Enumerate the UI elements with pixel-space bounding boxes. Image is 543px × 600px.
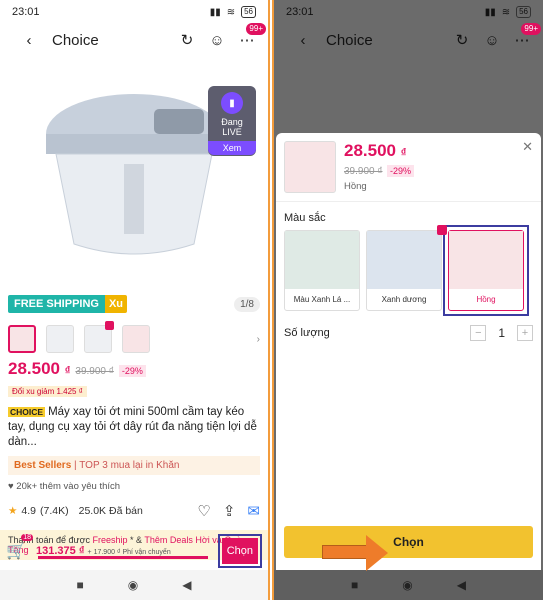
- thumbnail[interactable]: [122, 325, 150, 353]
- xu-reduce-badge: Đổi xu giảm 1.425 ₫: [8, 386, 87, 397]
- recent-apps-icon[interactable]: ■: [77, 578, 84, 592]
- product-title[interactable]: CHOICE Máy xay tỏi ớt mini 500ml cầm tay …: [0, 399, 268, 450]
- discount-badge: -29%: [118, 365, 146, 377]
- recent-apps-icon[interactable]: ■: [351, 578, 358, 592]
- system-nav-bar: ■ ◉ ◀: [274, 570, 543, 600]
- variant-sheet: 28.500 ₫ 39.900 ₫ -29% Hồng ✕ Màu sắc Mà…: [276, 133, 541, 570]
- choose-button-highlight: Chọn: [217, 534, 262, 568]
- quantity-stepper: − 1 +: [470, 325, 533, 341]
- system-nav-bar: ■ ◉ ◀: [0, 570, 268, 600]
- share-icon[interactable]: ↻: [451, 29, 473, 51]
- signal-icon: ▮▮: [209, 6, 221, 18]
- variant-option[interactable]: Xanh dương: [366, 225, 447, 311]
- thumbnail[interactable]: [8, 325, 36, 353]
- more-icon[interactable]: ⋯ 99+: [236, 23, 266, 51]
- wifi-icon: ≋: [226, 6, 236, 18]
- share-icon[interactable]: ↻: [176, 29, 198, 51]
- home-icon[interactable]: ◉: [128, 578, 138, 592]
- battery-icon: 56: [516, 6, 531, 18]
- chat-bot-icon[interactable]: ☺: [206, 29, 228, 51]
- sheet-price: 28.500 ₫: [344, 141, 407, 160]
- choice-tag: CHOICE: [8, 407, 46, 417]
- top-bar: ‹ Choice ↻ ☺ ⋯ 99+: [274, 23, 543, 56]
- live-widget[interactable]: ▮ Đang LIVE Xem: [208, 86, 256, 156]
- rating-row: ★ 4.9 (7.4K) 25.0K Đã bán ♡ ⇪ ✉: [8, 502, 260, 520]
- progress-bar: [38, 556, 208, 559]
- best-sellers-banner[interactable]: Best Sellers | TOP 3 mua lại in Khăn: [8, 456, 260, 475]
- image-pager: 1/8: [234, 296, 260, 312]
- signal-icon: ▮▮: [484, 6, 496, 18]
- star-icon: ★: [8, 505, 18, 517]
- selected-variant-image: [284, 141, 336, 193]
- cart-badge: 99+: [246, 23, 266, 35]
- top-bar: ‹ Choice ↻ ☺ ⋯ 99+: [0, 23, 268, 56]
- thumbnail[interactable]: [46, 325, 74, 353]
- messenger-icon[interactable]: ✉: [247, 502, 260, 520]
- close-icon[interactable]: ✕: [522, 139, 533, 155]
- variant-option-selected[interactable]: Hồng: [448, 230, 524, 311]
- back-icon[interactable]: ‹: [18, 29, 40, 51]
- share-icon[interactable]: ⇪: [223, 502, 236, 520]
- status-bar: 23:01 ▮▮ ≋ 56: [274, 0, 543, 24]
- product-image[interactable]: ▮ Đang LIVE Xem: [0, 56, 268, 291]
- live-watch-button[interactable]: Xem: [208, 141, 256, 155]
- variant-highlight: Hồng: [443, 225, 529, 316]
- color-options: Màu Xanh Lá ... Xanh dương Hồng: [276, 225, 541, 316]
- thumbnail-strip: ›: [0, 317, 268, 357]
- chevron-right-icon[interactable]: ›: [257, 334, 260, 345]
- page-title: Choice: [326, 31, 373, 49]
- battery-icon: 56: [241, 6, 256, 18]
- back-nav-icon[interactable]: ◀: [457, 578, 466, 592]
- free-shipping-badge: FREE SHIPPING Xu: [8, 295, 128, 313]
- back-icon[interactable]: ‹: [292, 29, 314, 51]
- plus-button[interactable]: +: [517, 325, 533, 341]
- variant-picker-screen: 23:01 ▮▮ ≋ 56 ‹ Choice ↻ ☺ ⋯ 99+ 28.500 ₫…: [272, 0, 543, 600]
- wifi-icon: ≋: [501, 6, 511, 18]
- cart-icon[interactable]: 🛒 18: [6, 534, 33, 561]
- variant-option[interactable]: Màu Xanh Lá ...: [284, 230, 360, 311]
- minus-button[interactable]: −: [470, 325, 487, 341]
- back-nav-icon[interactable]: ◀: [182, 578, 191, 592]
- status-time: 23:01: [12, 6, 40, 18]
- price: 28.500 ₫: [8, 359, 71, 378]
- status-bar: 23:01 ▮▮ ≋ 56: [0, 0, 268, 24]
- selected-color: Hồng: [344, 181, 367, 192]
- old-price: 39.900 ₫: [75, 366, 114, 377]
- more-icon[interactable]: ⋯ 99+: [511, 23, 541, 51]
- chat-bot-icon[interactable]: ☺: [481, 29, 503, 51]
- heart-icon[interactable]: ♡: [197, 502, 210, 520]
- page-title: Choice: [52, 31, 99, 49]
- bottom-bar: 🛒 18 131.375 ₫ + 17.900 ₫ Phí vận chuyển …: [0, 532, 268, 570]
- thumbnail[interactable]: [84, 321, 114, 353]
- choose-button[interactable]: Chọn: [221, 538, 258, 564]
- product-page: 23:01 ▮▮ ≋ 56 ‹ Choice ↻ ☺ ⋯ 99+ ▮ Đang L…: [0, 0, 270, 600]
- home-icon[interactable]: ◉: [402, 578, 412, 592]
- chopper-image: [46, 93, 222, 254]
- live-icon: ▮: [221, 92, 243, 114]
- favorites-count: ♥ 20k+ thêm vào yêu thích: [8, 481, 121, 492]
